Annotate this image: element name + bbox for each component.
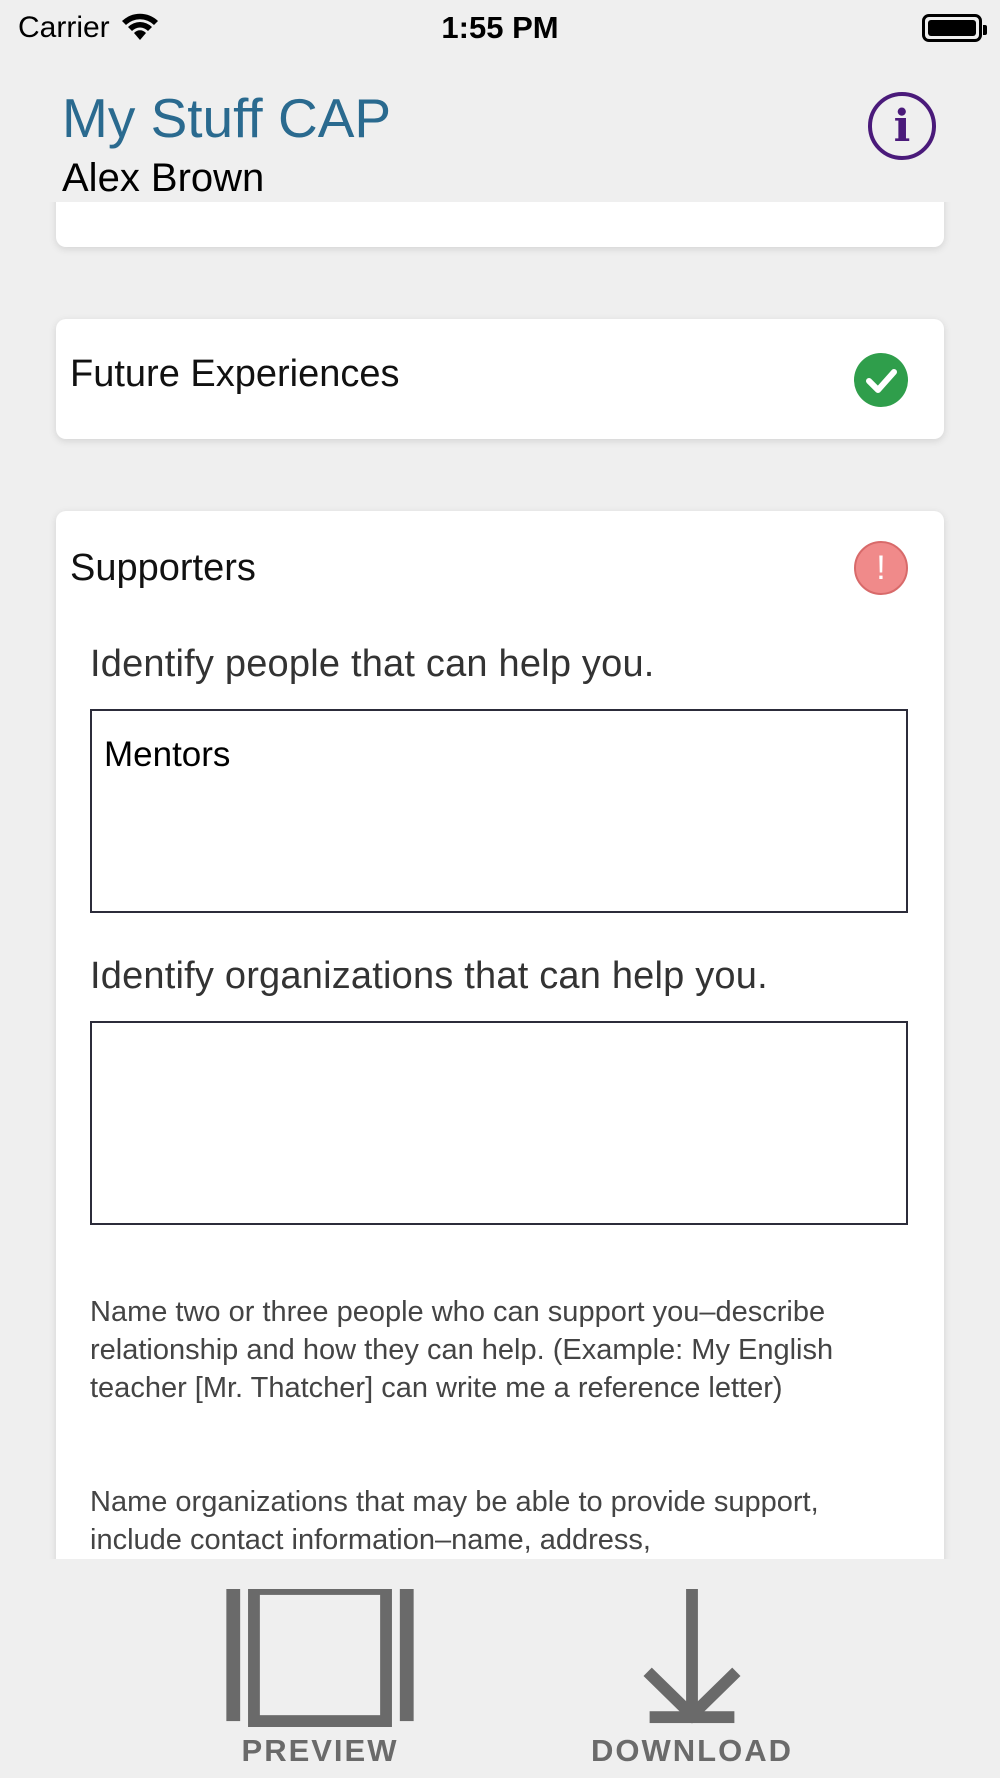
download-label: DOWNLOAD: [591, 1733, 793, 1768]
people-prompt: Identify people that can help you.: [90, 643, 655, 685]
checkmark-icon: [854, 353, 908, 407]
carrier-label: Carrier: [18, 11, 110, 44]
app-title: My Stuff CAP: [62, 87, 392, 149]
download-icon: [643, 1589, 741, 1724]
status-bar: Carrier 1:55 PM: [0, 0, 1000, 56]
section-card-future-experiences[interactable]: Future Experiences: [56, 319, 944, 439]
section-title: Future Experiences: [70, 353, 400, 395]
battery-icon: [922, 14, 987, 42]
wifi-icon: [121, 13, 158, 40]
section-card-supporters[interactable]: Supporters ! Identify people that can he…: [56, 511, 944, 1559]
preview-icon: [226, 1589, 414, 1727]
people-textarea[interactable]: Mentors: [90, 709, 908, 913]
previous-section-card[interactable]: [56, 202, 944, 247]
download-button[interactable]: DOWNLOAD: [572, 1589, 812, 1769]
battery-fill: [928, 20, 976, 36]
preview-label: PREVIEW: [241, 1733, 399, 1768]
scroll-content[interactable]: Future Experiences Supporters ! Identify…: [0, 202, 1000, 1559]
header: My Stuff CAP Alex Brown i: [0, 56, 1000, 202]
bottom-bar: PREVIEW DOWNLOAD: [0, 1559, 1000, 1778]
alert-icon: !: [854, 541, 908, 595]
organizations-textarea[interactable]: [90, 1021, 908, 1225]
section-title: Supporters: [70, 547, 256, 589]
help-text-people: Name two or three people who can support…: [90, 1296, 834, 1404]
info-icon[interactable]: i: [868, 92, 936, 160]
status-left: Carrier: [18, 11, 160, 45]
user-name: Alex Brown: [62, 156, 265, 200]
help-text-organizations: Name organizations that may be able to p…: [90, 1486, 819, 1556]
organizations-prompt: Identify organizations that can help you…: [90, 955, 768, 997]
preview-button[interactable]: PREVIEW: [200, 1589, 440, 1769]
